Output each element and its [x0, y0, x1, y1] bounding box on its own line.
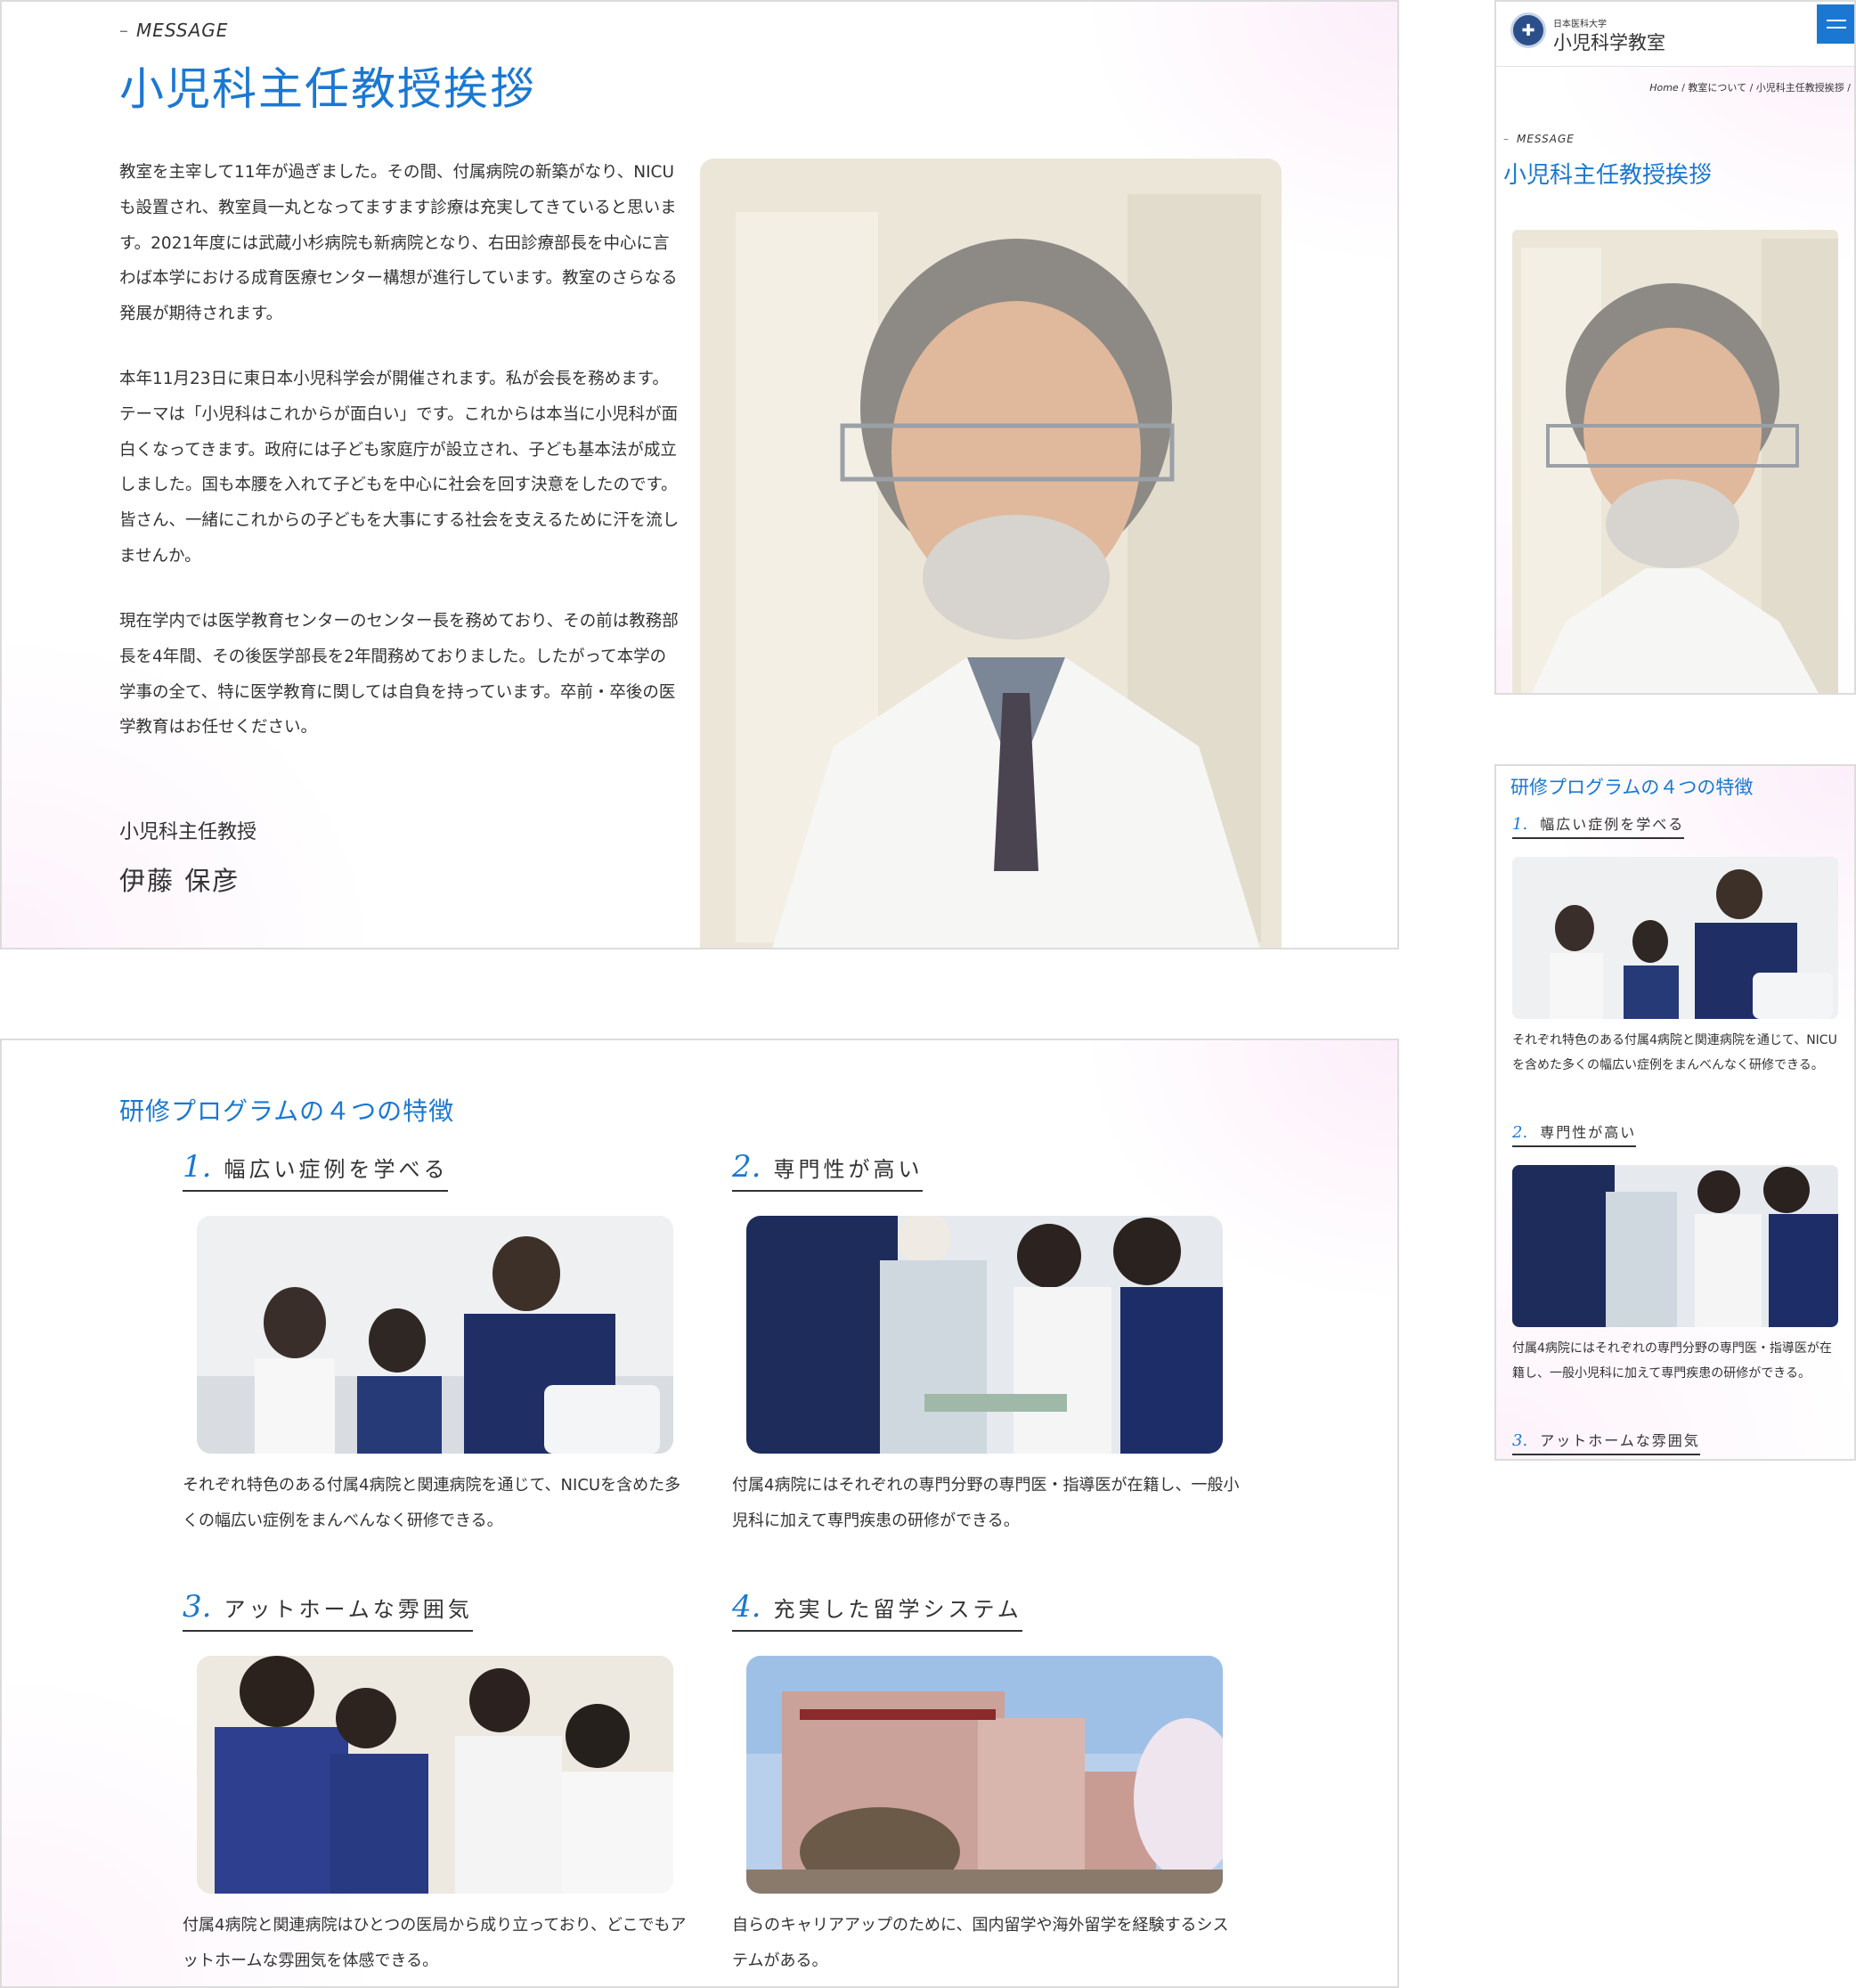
message-paragraph-2: 本年11月23日に東日本小児科学会が開催されます。私が会長を務めます。テーマは「…: [119, 370, 680, 566]
mobile-feature-1-title: 1. 幅広い症例を学べる: [1512, 812, 1685, 839]
department-name[interactable]: 小児科学教室: [1553, 29, 1665, 55]
message-eyebrow: – MESSAGE: [119, 20, 229, 41]
feature-4-title: 4. 充実した留学システム: [732, 1589, 1022, 1632]
breadcrumb: Home / 教室について / 小児科主任教授挨拶 /: [1649, 82, 1851, 94]
features-section: 研修プログラムの４つの特徴 1. 幅広い症例を学べる それぞれ特色のある付属4病…: [0, 1039, 1399, 1988]
feature-3-label: アットホームな雰囲気: [224, 1597, 473, 1622]
feature-3-title: 3. アットホームな雰囲気: [183, 1589, 473, 1632]
mobile-feature-2-title: 2. 専門性が高い: [1512, 1120, 1637, 1147]
mobile-eyebrow: – MESSAGE: [1503, 133, 1575, 145]
feature-4-label: 充実した留学システム: [773, 1597, 1022, 1622]
mobile-features-view: 研修プログラムの４つの特徴 1. 幅広い症例を学べる それぞれ特色のある付属4病…: [1494, 764, 1856, 1461]
feature-2-label: 専門性が高い: [773, 1157, 924, 1182]
professor-name: 伊藤 保彦: [119, 866, 240, 896]
breadcrumb-current: 小児科主任教授挨拶: [1755, 82, 1844, 94]
message-paragraph-3: 現在学内では医学教育センターのセンター長を務めており、その前は教務部長を4年間、…: [119, 612, 679, 737]
message-section: – MESSAGE 小児科主任教授挨拶 教室を主宰して11年が過ぎました。その間、…: [0, 0, 1399, 949]
feature-2-desc: 付属4病院にはそれぞれの専門分野の専門医・指導医が在籍し、一般小児科に加えて専門…: [732, 1476, 1240, 1530]
message-paragraph-1: 教室を主宰して11年が過ぎました。その間、付属病院の新築がなり、NICUも設置さ…: [119, 163, 678, 324]
mobile-feature-1-desc: それぞれ特色のある付属4病院と関連病院を通じて、NICUを含めた多くの幅広い症例…: [1512, 1033, 1837, 1072]
mobile-feature-1-photo: [1512, 857, 1838, 1019]
professor-photo: [700, 159, 1282, 948]
university-logo-icon[interactable]: ✚: [1510, 12, 1546, 48]
page-title: 小児科主任教授挨拶: [119, 63, 536, 115]
mobile-feature-2-desc: 付属4病院にはそれぞれの専門分野の専門医・指導医が在籍し、一般小児科に加えて専門…: [1512, 1341, 1832, 1381]
breadcrumb-about[interactable]: 教室について: [1688, 82, 1746, 94]
features-title: 研修プログラムの４つの特徴: [119, 1096, 455, 1126]
mobile-feature-3-title: 3. アットホームな雰囲気: [1512, 1429, 1700, 1455]
feature-3-photo: [197, 1656, 673, 1894]
menu-icon: [1827, 20, 1846, 21]
feature-4-photo: [746, 1656, 1223, 1894]
breadcrumb-home[interactable]: Home: [1649, 82, 1678, 94]
mobile-professor-photo: [1512, 230, 1838, 693]
feature-3-desc: 付属4病院と関連病院はひとつの医局から成り立っており、どこでもアットホームな雰囲…: [183, 1916, 687, 1970]
university-name: 日本医科大学: [1553, 20, 1607, 29]
feature-1-number: 1.: [183, 1149, 212, 1185]
mobile-message-view: ✚ 日本医科大学 小児科学教室 Home / 教室について / 小児科主任教授挨…: [1494, 0, 1856, 695]
menu-button[interactable]: [1817, 4, 1854, 44]
feature-2-title: 2. 専門性が高い: [732, 1149, 924, 1192]
mobile-header: ✚ 日本医科大学 小児科学教室: [1496, 2, 1854, 67]
feature-2-number: 2.: [732, 1149, 761, 1185]
feature-2-photo: [746, 1216, 1223, 1454]
feature-4-number: 4.: [732, 1589, 761, 1625]
mobile-feature-2-photo: [1512, 1165, 1838, 1327]
feature-1-desc: それぞれ特色のある付属4病院と関連病院を通じて、NICUを含めた多くの幅広い症例…: [183, 1476, 681, 1530]
feature-4-desc: 自らのキャリアアップのために、国内留学や海外留学を経験するシステムがある。: [732, 1916, 1229, 1970]
feature-1-photo: [197, 1216, 673, 1454]
mobile-page-title: 小児科主任教授挨拶: [1503, 162, 1713, 189]
professor-position: 小児科主任教授: [119, 821, 257, 843]
feature-3-number: 3.: [183, 1589, 212, 1625]
feature-1-label: 幅広い症例を学べる: [224, 1157, 449, 1182]
feature-1-title: 1. 幅広い症例を学べる: [183, 1149, 449, 1192]
mobile-features-title: 研修プログラムの４つの特徴: [1510, 777, 1754, 798]
